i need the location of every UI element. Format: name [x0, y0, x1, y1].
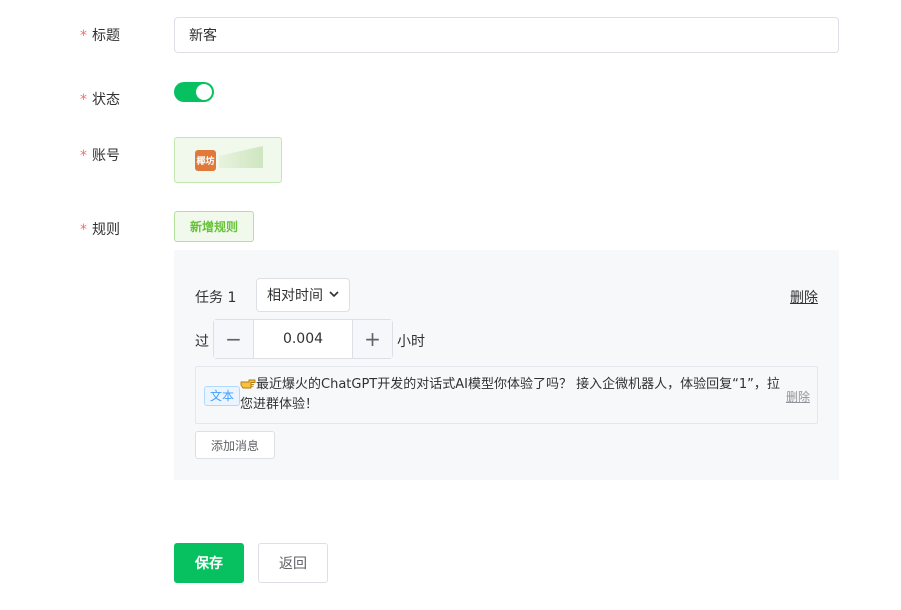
- duration-stepper: − +: [213, 319, 393, 359]
- title-label: * 标题: [80, 28, 120, 44]
- message-text: 最近爆火的ChatGPT开发的对话式AI模型你体验了吗？ 接入企微机器人，体验回…: [240, 377, 780, 412]
- back-button[interactable]: 返回: [258, 543, 328, 583]
- add-rule-button[interactable]: 新增规则: [174, 211, 254, 242]
- account-selector[interactable]: 椰坊: [174, 137, 282, 183]
- task-label: 任务 1: [195, 290, 237, 306]
- status-toggle[interactable]: [174, 82, 214, 102]
- delete-rule-link[interactable]: 删除: [790, 287, 818, 307]
- rules-label: * 规则: [80, 222, 120, 238]
- increment-button[interactable]: +: [352, 320, 392, 358]
- message-item: 文本 最近爆火的ChatGPT开发的对话式AI模型你体验了吗？ 接入企微机器人，…: [195, 366, 818, 424]
- status-label: * 状态: [80, 92, 120, 108]
- required-mark: *: [80, 222, 87, 238]
- unit-label: 小时: [397, 334, 425, 350]
- decrement-button[interactable]: −: [214, 320, 254, 358]
- account-avatar: 椰坊: [195, 150, 216, 171]
- rule-panel: 任务 1 相对时间 删除 过 − + 小时 文本 最近爆火的ChatGPT开发的…: [174, 250, 839, 480]
- message-text-container: 最近爆火的ChatGPT开发的对话式AI模型你体验了吗？ 接入企微机器人，体验回…: [240, 375, 780, 415]
- message-type-tag: 文本: [204, 386, 241, 406]
- time-mode-select[interactable]: 相对时间: [256, 278, 350, 312]
- required-mark: *: [80, 28, 87, 44]
- pointing-hand-icon: [240, 376, 256, 390]
- duration-input[interactable]: [254, 320, 352, 358]
- account-name-blurred: [219, 146, 263, 168]
- required-mark: *: [80, 148, 87, 164]
- account-label: * 账号: [80, 148, 120, 164]
- required-mark: *: [80, 92, 87, 108]
- time-mode-value: 相对时间: [267, 288, 323, 304]
- delete-message-link[interactable]: 删除: [786, 388, 810, 405]
- toggle-knob: [196, 84, 212, 100]
- chevron-down-icon: [329, 290, 339, 301]
- title-input[interactable]: [174, 17, 839, 53]
- after-label: 过: [195, 334, 209, 350]
- add-message-button[interactable]: 添加消息: [195, 431, 275, 459]
- save-button[interactable]: 保存: [174, 543, 244, 583]
